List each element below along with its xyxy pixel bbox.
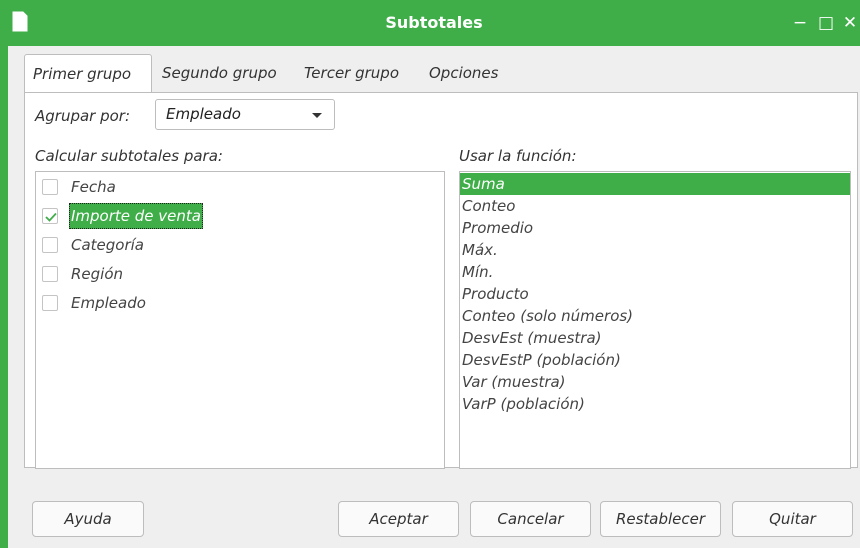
list-item-label: Empleado <box>71 294 146 312</box>
window-title: Subtotales <box>385 13 483 32</box>
list-item-region[interactable]: Región <box>42 261 442 287</box>
list-item-label: Categoría <box>71 236 145 254</box>
remove-button[interactable]: Quitar <box>732 501 853 537</box>
tab-options[interactable]: Opciones <box>421 54 506 92</box>
list-item[interactable]: DesvEst (muestra) <box>460 327 850 349</box>
list-item[interactable]: VarP (población) <box>460 393 850 415</box>
tab-panel-first-group: Agrupar por: Empleado Calcular subtotale… <box>24 92 858 469</box>
checkbox-region[interactable] <box>42 266 58 282</box>
list-item[interactable]: Conteo (solo números) <box>460 305 850 327</box>
group-by-value: Empleado <box>166 105 241 123</box>
group-by-label: Agrupar por: <box>35 107 131 125</box>
minimize-button[interactable]: − <box>789 0 811 46</box>
list-item[interactable]: Var (muestra) <box>460 371 850 393</box>
window-left-border <box>0 0 8 548</box>
reset-button[interactable]: Restablecer <box>600 501 721 537</box>
functions-list[interactable]: Suma Conteo Promedio Máx. Mín. Producto … <box>459 171 851 469</box>
tab-first-group[interactable]: Primer grupo <box>24 54 152 93</box>
close-button[interactable]: ✕ <box>839 0 860 46</box>
list-item[interactable]: Mín. <box>460 261 850 283</box>
checkbox-empleado[interactable] <box>42 295 58 311</box>
cancel-button[interactable]: Cancelar <box>470 501 591 537</box>
checkmark-icon <box>45 212 57 222</box>
columns-list[interactable]: Fecha Importe de venta Categoría Región … <box>35 171 445 469</box>
tab-second-group[interactable]: Segundo grupo <box>154 54 285 92</box>
list-item-label: Región <box>71 265 124 283</box>
ok-button[interactable]: Aceptar <box>338 501 459 537</box>
list-item-label: Importe de venta <box>69 203 203 229</box>
checkbox-importe-de-venta[interactable] <box>42 208 58 224</box>
list-item-label: Fecha <box>71 178 116 196</box>
tab-third-group[interactable]: Tercer grupo <box>296 54 407 92</box>
list-item[interactable]: Suma <box>460 173 850 195</box>
chevron-down-icon <box>312 113 322 118</box>
list-item[interactable]: DesvEstP (población) <box>460 349 850 371</box>
list-item[interactable]: Promedio <box>460 217 850 239</box>
checkbox-categoria[interactable] <box>42 237 58 253</box>
list-item-empleado[interactable]: Empleado <box>42 290 442 316</box>
list-item[interactable]: Máx. <box>460 239 850 261</box>
functions-label: Usar la función: <box>459 147 577 165</box>
window-titlebar[interactable]: Subtotales − □ ✕ <box>8 0 860 46</box>
help-button[interactable]: Ayuda <box>32 501 144 537</box>
list-item-fecha[interactable]: Fecha <box>42 174 442 200</box>
group-by-dropdown[interactable]: Empleado <box>155 99 335 130</box>
checkbox-fecha[interactable] <box>42 179 58 195</box>
maximize-button[interactable]: □ <box>815 0 837 46</box>
list-item[interactable]: Conteo <box>460 195 850 217</box>
subtotals-dialog: Primer grupo Segundo grupo Tercer grupo … <box>8 46 860 548</box>
columns-label: Calcular subtotales para: <box>35 147 223 165</box>
list-item[interactable]: Producto <box>460 283 850 305</box>
list-item-categoria[interactable]: Categoría <box>42 232 442 258</box>
list-item-importe-de-venta[interactable]: Importe de venta <box>42 203 442 229</box>
